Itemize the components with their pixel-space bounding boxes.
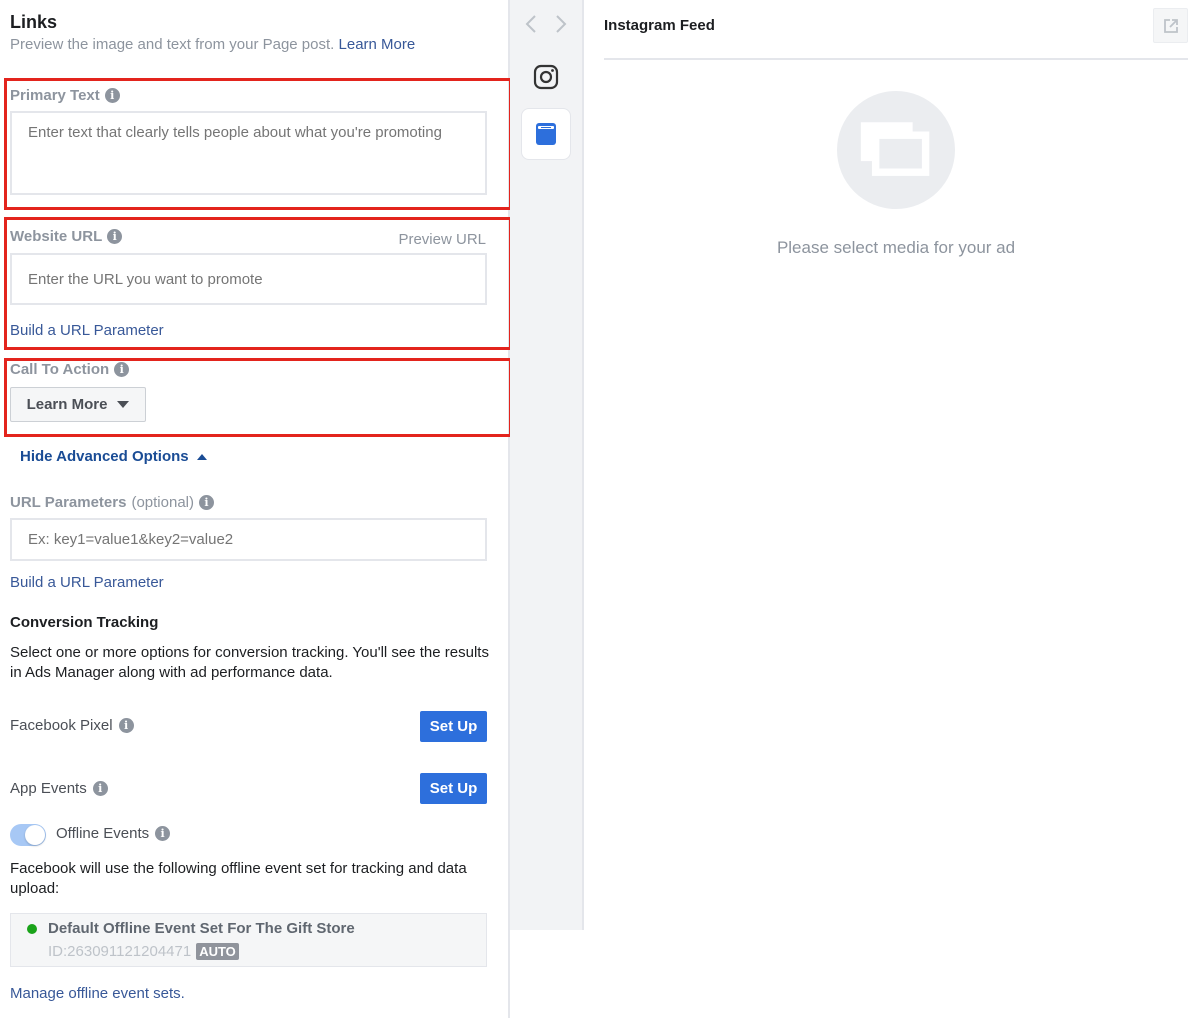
optional-label: (optional) bbox=[131, 494, 194, 511]
url-parameters-label: URL Parameters (optional) i bbox=[10, 494, 214, 511]
offline-event-set-card: Default Offline Event Set For The Gift S… bbox=[10, 913, 487, 967]
open-preview-button[interactable] bbox=[1153, 8, 1188, 43]
website-url-label-text: Website URL bbox=[10, 228, 103, 245]
conversion-tracking-title: Conversion Tracking bbox=[10, 614, 159, 631]
build-url-parameter-link-2[interactable]: Build a URL Parameter bbox=[10, 574, 164, 591]
media-stack-icon bbox=[860, 122, 930, 176]
call-to-action-label-text: Call To Action bbox=[10, 361, 110, 378]
links-subtitle-text: Preview the image and text from your Pag… bbox=[10, 36, 335, 53]
primary-text-input[interactable] bbox=[10, 111, 487, 195]
toggle-knob bbox=[25, 825, 45, 845]
primary-text-label: Primary Text i bbox=[10, 87, 120, 104]
app-events-label: App Events i bbox=[10, 780, 108, 797]
placement-nav bbox=[510, 0, 584, 930]
info-icon[interactable]: i bbox=[104, 88, 120, 103]
hide-advanced-options-toggle[interactable]: Hide Advanced Options bbox=[20, 448, 207, 465]
chevron-left-icon[interactable] bbox=[522, 12, 542, 36]
url-parameters-label-text: URL Parameters bbox=[10, 494, 127, 511]
offline-events-label-text: Offline Events bbox=[56, 825, 150, 842]
facebook-pixel-setup-button[interactable]: Set Up bbox=[420, 711, 487, 742]
auto-badge: AUTO bbox=[196, 943, 239, 960]
offline-event-set-id-row: ID:263091121204471 AUTO bbox=[48, 943, 239, 960]
preview-url-link[interactable]: Preview URL bbox=[398, 231, 486, 248]
conversion-tracking-description: Select one or more options for conversio… bbox=[10, 644, 489, 681]
app-events-setup-button[interactable]: Set Up bbox=[420, 773, 487, 804]
links-title: Links bbox=[10, 12, 58, 32]
chevron-right-icon[interactable] bbox=[550, 12, 570, 36]
empty-media-message: Please select media for your ad bbox=[776, 238, 1016, 257]
website-url-label: Website URL i bbox=[10, 228, 123, 245]
website-url-input[interactable] bbox=[10, 253, 487, 305]
url-parameters-input[interactable] bbox=[10, 518, 487, 561]
ad-preview-panel: Instagram Feed Please select media for y… bbox=[584, 0, 1200, 930]
info-icon[interactable]: i bbox=[114, 362, 130, 377]
info-icon[interactable]: i bbox=[199, 495, 214, 510]
offline-event-set-id: ID:263091121204471 bbox=[48, 943, 192, 960]
offline-events-label: Offline Events i bbox=[56, 825, 171, 842]
caret-down-icon bbox=[117, 401, 130, 408]
info-icon[interactable]: i bbox=[92, 781, 108, 796]
call-to-action-dropdown[interactable]: Learn More bbox=[10, 387, 146, 422]
instagram-icon[interactable] bbox=[532, 63, 560, 91]
facebook-pixel-label-text: Facebook Pixel bbox=[10, 717, 113, 734]
info-icon[interactable]: i bbox=[107, 229, 123, 244]
media-placeholder bbox=[837, 91, 955, 209]
external-link-icon bbox=[1163, 18, 1178, 33]
primary-text-label-text: Primary Text bbox=[10, 87, 100, 104]
caret-up-icon bbox=[196, 453, 207, 460]
build-url-parameter-link[interactable]: Build a URL Parameter bbox=[10, 322, 164, 339]
status-dot-icon bbox=[27, 924, 37, 934]
info-icon[interactable]: i bbox=[118, 718, 134, 733]
feed-icon bbox=[536, 123, 556, 145]
placement-title: Instagram Feed bbox=[604, 17, 715, 34]
manage-offline-event-sets-link[interactable]: Manage offline event sets. bbox=[10, 985, 185, 1002]
facebook-pixel-label: Facebook Pixel i bbox=[10, 717, 134, 734]
offline-events-toggle[interactable] bbox=[10, 824, 46, 846]
call-to-action-value: Learn More bbox=[26, 396, 108, 413]
app-events-label-text: App Events bbox=[10, 780, 87, 797]
offline-event-set-name: Default Offline Event Set For The Gift S… bbox=[48, 920, 355, 937]
learn-more-link[interactable]: Learn More bbox=[339, 36, 416, 53]
offline-events-description: Facebook will use the following offline … bbox=[10, 860, 467, 897]
hide-advanced-options-label: Hide Advanced Options bbox=[20, 448, 189, 465]
feed-placement-button[interactable] bbox=[521, 108, 571, 160]
info-icon[interactable]: i bbox=[155, 826, 171, 841]
ad-creative-form: Links Preview the image and text from yo… bbox=[0, 0, 512, 1018]
links-subtitle: Preview the image and text from your Pag… bbox=[10, 36, 415, 53]
header-divider bbox=[604, 58, 1188, 60]
call-to-action-label: Call To Action i bbox=[10, 361, 130, 378]
